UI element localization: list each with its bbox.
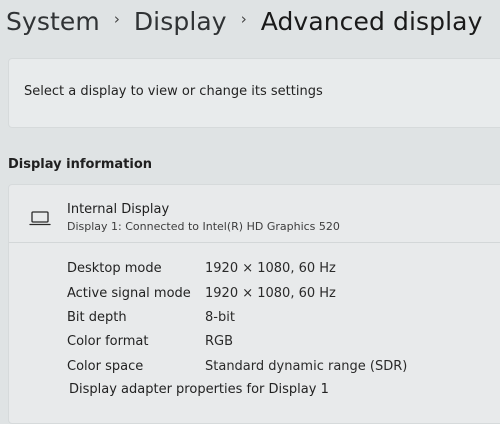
property-value: 1920 × 1080, 60 Hz xyxy=(205,261,336,276)
property-label: Color format xyxy=(67,334,149,349)
select-display-prompt: Select a display to view or change its s… xyxy=(24,84,323,99)
breadcrumb-display[interactable]: Display xyxy=(134,7,227,36)
display-connection-info: Display 1: Connected to Intel(R) HD Grap… xyxy=(67,220,340,233)
breadcrumb-system[interactable]: System xyxy=(6,7,100,36)
breadcrumb: System › Display › Advanced display xyxy=(6,2,483,40)
property-value: Standard dynamic range (SDR) xyxy=(205,359,408,374)
display-adapter-properties-link[interactable]: Display adapter properties for Display 1 xyxy=(69,382,329,397)
property-value: RGB xyxy=(205,334,234,349)
property-label: Active signal mode xyxy=(67,286,191,301)
display-information-card: Internal Display Display 1: Connected to… xyxy=(8,184,500,424)
section-heading-display-information: Display information xyxy=(8,157,153,172)
page-title: Advanced display xyxy=(260,6,483,36)
property-label: Bit depth xyxy=(67,310,127,325)
chevron-right-icon: › xyxy=(113,10,120,28)
display-name: Internal Display xyxy=(67,202,170,217)
property-value: 8-bit xyxy=(205,310,235,325)
select-display-card: Select a display to view or change its s… xyxy=(8,58,500,128)
property-value: 1920 × 1080, 60 Hz xyxy=(205,286,336,301)
chevron-right-icon: › xyxy=(240,10,247,28)
property-label: Color space xyxy=(67,359,144,374)
monitor-icon xyxy=(29,211,51,226)
divider xyxy=(9,242,500,243)
property-label: Desktop mode xyxy=(67,261,162,276)
